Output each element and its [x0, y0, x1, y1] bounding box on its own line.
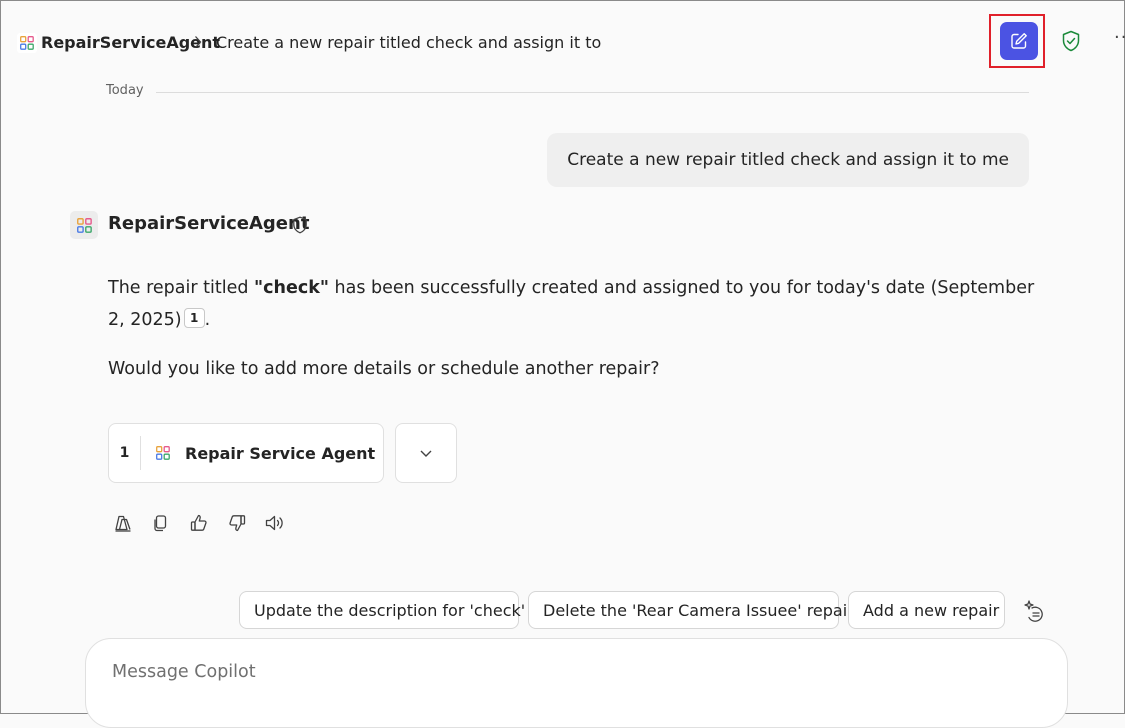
response-body: The repair titled "check" has been succe… — [108, 272, 1038, 336]
conversation-title: Create a new repair titled check and ass… — [216, 33, 602, 52]
reference-label: Repair Service Agent — [185, 443, 376, 463]
response-text-1: The repair titled — [108, 278, 255, 298]
chevron-right-icon — [193, 35, 203, 49]
chevron-down-icon — [419, 448, 433, 458]
response-bold-title: "check" — [254, 278, 329, 298]
copy-icon[interactable] — [150, 512, 172, 534]
speaker-icon[interactable] — [264, 512, 286, 534]
shield-check-icon[interactable] — [1060, 30, 1082, 52]
response-text-3: . — [204, 310, 211, 330]
thumbs-up-icon[interactable] — [188, 512, 210, 534]
agent-app-icon — [153, 443, 173, 463]
shield-icon[interactable] — [292, 216, 308, 234]
reference-number: 1 — [119, 445, 130, 461]
reference-divider — [140, 436, 141, 470]
references-expand-button[interactable] — [395, 423, 457, 483]
compose-icon — [1009, 31, 1029, 51]
suggestion-chip[interactable]: Delete the 'Rear Camera Issuee' repair — [528, 591, 854, 629]
agent-avatar-icon — [70, 211, 98, 239]
reference-card[interactable]: 1 Repair Service Agent — [108, 423, 384, 483]
response-paragraph: The repair titled "check" has been succe… — [108, 272, 1038, 336]
new-chat-button[interactable] — [1000, 22, 1038, 60]
date-separator-label: Today — [106, 83, 144, 98]
more-options-button[interactable]: ··· — [1114, 29, 1125, 47]
user-message-bubble: Create a new repair titled check and ass… — [547, 133, 1029, 187]
thumbs-down-icon[interactable] — [226, 512, 248, 534]
citation-badge[interactable]: 1 — [183, 308, 205, 328]
agent-app-icon — [17, 33, 37, 53]
header-bar: RepairServiceAgent Create a new repair t… — [0, 0, 1125, 80]
date-separator-line — [156, 92, 1029, 93]
message-composer — [85, 638, 1068, 728]
user-message-text: Create a new repair titled check and ass… — [567, 150, 1009, 170]
response-question: Would you like to add more details or sc… — [108, 359, 660, 379]
notebook-icon[interactable] — [112, 512, 134, 534]
response-agent-name: RepairServiceAgent — [108, 213, 310, 234]
message-input[interactable] — [110, 661, 1014, 683]
response-actions — [112, 512, 302, 534]
more-suggestions-icon[interactable] — [1021, 598, 1045, 622]
suggestion-chip[interactable]: Update the description for 'check' — [239, 591, 525, 629]
suggestion-chip[interactable]: Add a new repair — [848, 591, 1005, 629]
